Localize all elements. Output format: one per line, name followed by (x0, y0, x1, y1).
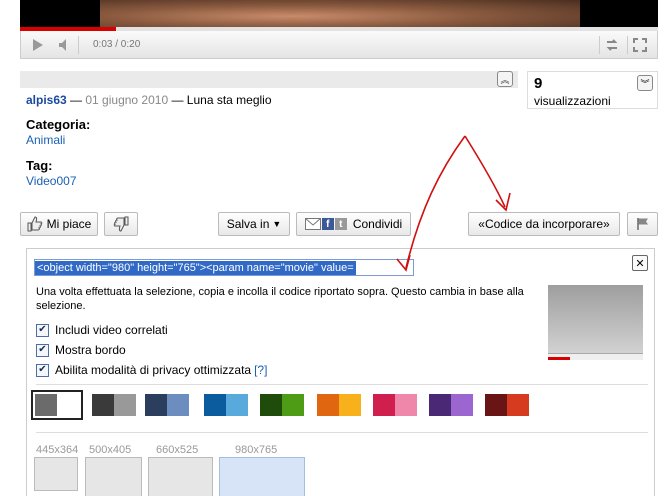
like-button[interactable]: Mi piace (20, 212, 98, 236)
thumbs-down-icon (113, 216, 129, 232)
privacy-help-link[interactable]: [?] (254, 363, 267, 377)
color-swatch-8[interactable] (428, 393, 474, 417)
fullscreen-icon[interactable] (627, 36, 651, 54)
size-option-660[interactable] (148, 457, 213, 496)
expand-stats-icon[interactable]: ︾ (637, 75, 653, 91)
flag-button[interactable] (627, 212, 658, 236)
size-option-500[interactable] (85, 457, 142, 496)
embed-panel: <object width="980" height="765"><param … (26, 248, 655, 496)
dislike-button[interactable] (104, 212, 138, 236)
category-heading: Categoria: (26, 117, 91, 132)
color-swatch-7[interactable] (372, 393, 418, 417)
size-option-445[interactable] (34, 457, 78, 491)
close-icon[interactable]: ✕ (632, 255, 648, 271)
email-icon (304, 218, 321, 230)
embed-instructions: Una volta effettuata la selezione, copia… (36, 286, 524, 312)
flag-icon (636, 217, 650, 231)
checkbox-show-border[interactable]: ✔ (36, 343, 49, 357)
video-title: Luna sta meglio (186, 93, 272, 107)
thumbs-up-icon (27, 216, 43, 232)
views-box: 9 visualizzazioni ︾ (527, 71, 658, 109)
color-swatch-9[interactable] (484, 393, 530, 417)
upload-date: 01 giugno 2010 (85, 93, 169, 107)
size-label-445: 445x364 (36, 444, 79, 456)
volume-icon[interactable] (53, 36, 79, 54)
color-swatch-4[interactable] (203, 393, 249, 417)
divider (36, 384, 648, 385)
color-swatch-2[interactable] (91, 393, 137, 417)
option-show-border[interactable]: ✔ Mostra bordo (36, 343, 126, 357)
save-to-button[interactable]: Salva in ▼ (218, 212, 290, 236)
checkbox-related-videos[interactable]: ✔ (36, 323, 49, 337)
category-link[interactable]: Animali (26, 133, 65, 147)
embed-preview-thumbnail (548, 285, 643, 360)
player-controls: 0:03 / 0:20 (20, 31, 658, 59)
video-byline: alpis63 — 01 giugno 2010 — Luna sta megl… (26, 93, 272, 107)
embed-code-button[interactable]: «Codice da incorporare» (468, 212, 620, 236)
collapse-icon[interactable]: ︽ (497, 71, 513, 87)
option-privacy-mode[interactable]: ✔ Abilita modalità di privacy ottimizzat… (36, 363, 267, 377)
twitter-icon: t (334, 218, 347, 230)
checkbox-privacy-mode[interactable]: ✔ (36, 363, 49, 377)
views-count: 9 (534, 75, 543, 92)
color-swatch-3[interactable] (144, 393, 190, 417)
facebook-icon: f (321, 218, 334, 230)
time-display: 0:03 / 0:20 (93, 39, 141, 50)
size-label-660: 660x525 (156, 444, 199, 456)
video-player[interactable] (20, 0, 658, 27)
embed-code-input[interactable]: <object width="980" height="765"><param … (34, 259, 414, 276)
color-swatch-6[interactable] (316, 393, 362, 417)
share-button[interactable]: f t Condividi (296, 212, 411, 236)
info-header-bar (20, 71, 518, 88)
option-related-videos[interactable]: ✔ Includi video correlati (36, 323, 168, 337)
dropdown-arrow-icon: ▼ (272, 219, 282, 229)
color-swatch-1[interactable] (31, 390, 83, 420)
divider (36, 432, 648, 433)
embed-code-text: <object width="980" height="765"><param … (35, 261, 356, 275)
color-swatch-5[interactable] (259, 393, 305, 417)
video-frame-image (100, 0, 580, 27)
size-option-980[interactable] (219, 457, 305, 496)
tag-heading: Tag: (26, 158, 53, 173)
popout-icon[interactable] (599, 36, 623, 54)
tag-link[interactable]: Video007 (26, 174, 77, 188)
size-label-980: 980x765 (235, 444, 278, 456)
views-label: visualizzazioni (534, 94, 611, 108)
uploader-link[interactable]: alpis63 (26, 93, 67, 107)
size-label-500: 500x405 (89, 444, 132, 456)
play-icon[interactable] (27, 36, 49, 54)
